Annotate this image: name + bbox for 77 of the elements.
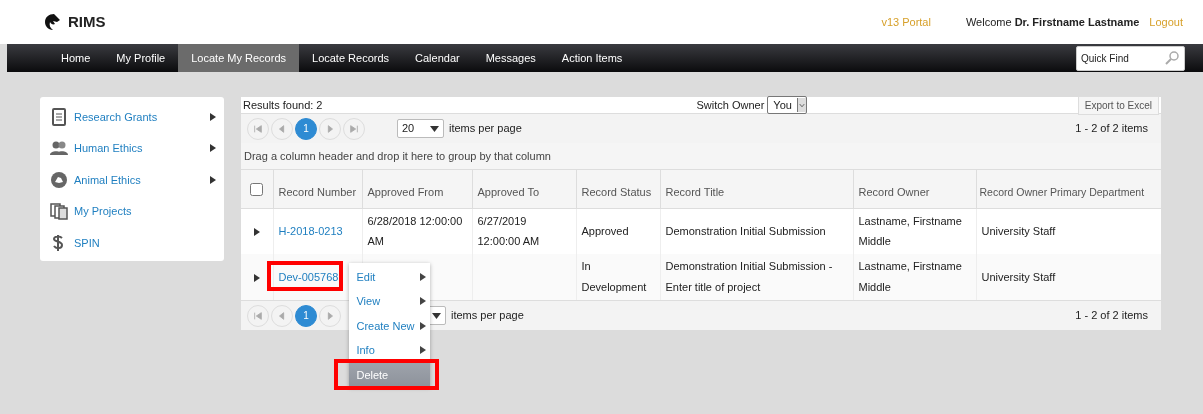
table-cell: 6/28/2018 12:00:00 AM [367,214,463,248]
export-button[interactable]: Export to Excel [1077,95,1159,115]
sidebar-item[interactable]: My Projects [40,195,224,227]
logo-text: RIMS [68,11,106,32]
submenu-arrow-icon [420,297,427,306]
per-page-label: items per page [451,308,524,324]
first-page-icon [253,310,263,321]
results-count: Results found: 2 [243,97,323,113]
people-icon [50,139,68,158]
sidebar-item[interactable]: Human Ethics [40,132,224,164]
expand-arrow-icon [253,273,260,282]
prev-page-icon [277,310,287,321]
caret-icon [430,125,439,132]
expand-arrow-icon [253,228,260,237]
menu-item[interactable]: Info [349,338,431,363]
caret-icon [432,312,441,319]
prev-page-icon [277,123,287,134]
nav-tab[interactable]: Action Items [548,44,636,72]
owner-dropdown[interactable]: You [767,95,807,115]
pages-icon [50,202,68,221]
menu-item[interactable]: View [349,289,431,314]
group-hint: Drag a column header and drop it here to group by that column [244,148,551,164]
page-size-dropdown[interactable]: 20 [397,119,444,138]
table-cell: In Development [581,260,647,294]
submenu-arrow-icon [420,272,427,281]
switch-owner-label: Switch Owner [696,97,765,113]
next-page-icon [325,123,335,134]
table-cell: Lastname, Firstname Middle [858,214,962,248]
nav-tab[interactable]: Locate My Records [178,44,299,72]
column-header[interactable]: Approved To [477,186,540,198]
first-page-icon [253,123,263,134]
table-cell: Approved [581,224,629,237]
submenu-arrow-icon [420,346,427,355]
submenu-arrow-icon [210,175,216,184]
table-cell: Demonstration Initial Submission - Enter title of project [665,260,833,294]
menu-item[interactable]: Edit [349,264,431,290]
search-icon[interactable] [1165,50,1179,65]
document-icon [50,107,68,126]
quick-find-field[interactable]: Quick Find [1076,45,1185,71]
sidebar-item[interactable]: SPIN [40,227,224,259]
next-page-icon [325,310,335,321]
table-cell: University Staff [981,224,1056,237]
page-button[interactable]: 1 [295,304,317,327]
record-link[interactable]: H-2018-0213 [278,224,343,237]
nav-tab[interactable]: Messages [472,44,549,72]
welcome-text: Welcome Dr. Firstname Lastname [965,14,1140,30]
table-cell: Demonstration Initial Submission [665,224,826,237]
table-cell: University Staff [981,270,1056,283]
table-cell: 6/27/2019 12:00:00 AM [477,214,540,248]
pager-button[interactable] [319,117,341,140]
pager-button[interactable] [271,117,293,140]
menu-item[interactable]: Create New [349,313,431,339]
pager-button[interactable] [247,117,269,140]
record-link[interactable]: Dev-005768 [278,270,339,283]
nav-tab[interactable]: My Profile [103,44,179,72]
select-all-checkbox[interactable] [250,183,264,196]
pager-button[interactable] [271,304,293,327]
pager-button[interactable] [247,304,269,327]
submenu-arrow-icon [210,112,216,121]
caret-icon [796,98,806,112]
submenu-arrow-icon [420,321,427,330]
table-cell: Lastname, Firstname Middle [858,260,962,294]
sidebar-item[interactable]: Animal Ethics [40,164,224,196]
last-page-icon [349,123,359,134]
pager-button[interactable] [319,304,341,327]
submenu-arrow-icon [210,144,216,153]
page-button[interactable]: 1 [295,117,317,140]
pager-button[interactable] [343,117,365,140]
pager-summary: 1 - 2 of 2 items [1075,121,1148,137]
sidebar-item[interactable]: Research Grants [40,101,224,133]
column-header[interactable]: Record Owner [858,186,930,198]
nav-tab[interactable]: Locate Records [299,44,403,72]
pager-summary: 1 - 2 of 2 items [1075,308,1148,324]
column-header[interactable]: Record Title [665,186,725,198]
nav-tab[interactable]: Calendar [402,44,473,72]
nav-tab[interactable]: Home [48,44,104,72]
per-page-label: items per page [449,121,522,137]
